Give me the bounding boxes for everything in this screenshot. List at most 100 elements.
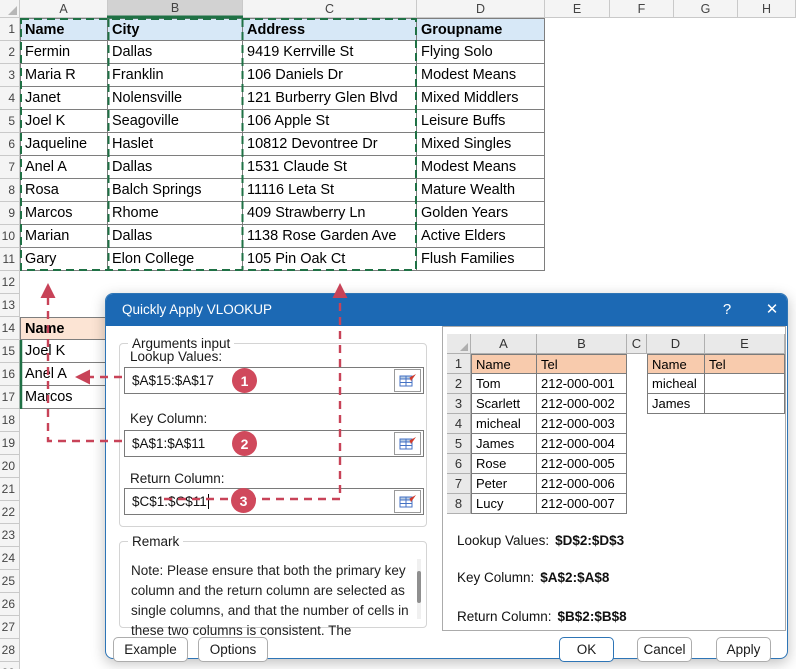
row-header-11[interactable]: 11: [0, 248, 20, 271]
cell[interactable]: Joel K: [20, 340, 108, 363]
row-header-15[interactable]: 15: [0, 340, 20, 363]
cell[interactable]: Mixed Singles: [417, 133, 545, 156]
column-header-C[interactable]: C: [243, 0, 417, 18]
row-header-6[interactable]: 6: [0, 133, 20, 156]
row-header-7[interactable]: 7: [0, 156, 20, 179]
cell[interactable]: Gary: [20, 248, 108, 271]
cell[interactable]: Haslet: [108, 133, 243, 156]
cell[interactable]: Maria R: [20, 64, 108, 87]
cell[interactable]: Balch Springs: [108, 179, 243, 202]
column-header-A[interactable]: A: [20, 0, 108, 18]
cell[interactable]: Nolensville: [108, 87, 243, 110]
range-selector-button[interactable]: [394, 369, 421, 392]
row-header-1[interactable]: 1: [0, 18, 20, 41]
cell[interactable]: Franklin: [108, 64, 243, 87]
remark-scrollbar-thumb[interactable]: [417, 571, 421, 603]
row-header-18[interactable]: 18: [0, 409, 20, 432]
column-header-F[interactable]: F: [610, 0, 674, 18]
row-header-13[interactable]: 13: [0, 294, 20, 317]
cell[interactable]: Anel A: [20, 156, 108, 179]
cell[interactable]: 1531 Claude St: [243, 156, 417, 179]
cell[interactable]: Address: [243, 18, 417, 41]
range-selector-button[interactable]: [394, 490, 421, 513]
cell[interactable]: 106 Apple St: [243, 110, 417, 133]
apply-button[interactable]: Apply: [716, 637, 771, 662]
column-header-E[interactable]: E: [545, 0, 610, 18]
cell[interactable]: Name: [20, 317, 108, 340]
row-header-28[interactable]: 28: [0, 639, 20, 662]
range-selector-button[interactable]: [394, 432, 421, 455]
cell[interactable]: 105 Pin Oak Ct: [243, 248, 417, 271]
row-header-26[interactable]: 26: [0, 593, 20, 616]
cell[interactable]: Leisure Buffs: [417, 110, 545, 133]
cell[interactable]: 10812 Devontree Dr: [243, 133, 417, 156]
cell[interactable]: Golden Years: [417, 202, 545, 225]
cell[interactable]: 409 Strawberry Ln: [243, 202, 417, 225]
row-header-27[interactable]: 27: [0, 616, 20, 639]
cell[interactable]: Jaqueline: [20, 133, 108, 156]
row-header-5[interactable]: 5: [0, 110, 20, 133]
row-header-16[interactable]: 16: [0, 363, 20, 386]
row-header-25[interactable]: 25: [0, 570, 20, 593]
dialog-titlebar[interactable]: Quickly Apply VLOOKUP ? ✕: [106, 294, 787, 326]
cell[interactable]: Marcos: [20, 386, 108, 409]
cell[interactable]: Groupname: [417, 18, 545, 41]
cell[interactable]: Mature Wealth: [417, 179, 545, 202]
cell[interactable]: 9419 Kerrville St: [243, 41, 417, 64]
cell[interactable]: Dallas: [108, 156, 243, 179]
cell[interactable]: Marian: [20, 225, 108, 248]
cell[interactable]: Marcos: [20, 202, 108, 225]
cell[interactable]: 121 Burberry Glen Blvd: [243, 87, 417, 110]
cell[interactable]: Rosa: [20, 179, 108, 202]
example-button[interactable]: Example: [113, 637, 188, 662]
row-header-3[interactable]: 3: [0, 64, 20, 87]
cell[interactable]: 11116 Leta St: [243, 179, 417, 202]
row-header-4[interactable]: 4: [0, 87, 20, 110]
cell[interactable]: City: [108, 18, 243, 41]
cell[interactable]: Joel K: [20, 110, 108, 133]
return-column-input[interactable]: $C$1:$C$11: [124, 488, 424, 515]
row-header-10[interactable]: 10: [0, 225, 20, 248]
cell[interactable]: Seagoville: [108, 110, 243, 133]
cell[interactable]: 1138 Rose Garden Ave: [243, 225, 417, 248]
column-header-B[interactable]: B: [108, 0, 243, 18]
row-header-19[interactable]: 19: [0, 432, 20, 455]
cell[interactable]: Fermin: [20, 41, 108, 64]
cell[interactable]: Elon College: [108, 248, 243, 271]
column-header-H[interactable]: H: [738, 0, 796, 18]
row-header-24[interactable]: 24: [0, 547, 20, 570]
help-icon[interactable]: ?: [712, 294, 742, 326]
row-header-8[interactable]: 8: [0, 179, 20, 202]
row-header-14[interactable]: 14: [0, 317, 20, 340]
close-icon[interactable]: ✕: [757, 294, 787, 326]
cell[interactable]: Janet: [20, 87, 108, 110]
cell[interactable]: Flush Families: [417, 248, 545, 271]
row-header-20[interactable]: 20: [0, 455, 20, 478]
cell[interactable]: Active Elders: [417, 225, 545, 248]
cell[interactable]: Modest Means: [417, 156, 545, 179]
row-header-2[interactable]: 2: [0, 41, 20, 64]
lookup-values-input[interactable]: $A$15:$A$17: [124, 367, 424, 394]
cell[interactable]: Flying Solo: [417, 41, 545, 64]
row-header-23[interactable]: 23: [0, 524, 20, 547]
row-header-9[interactable]: 9: [0, 202, 20, 225]
row-header-21[interactable]: 21: [0, 478, 20, 501]
row-header-17[interactable]: 17: [0, 386, 20, 409]
cell[interactable]: Mixed Middlers: [417, 87, 545, 110]
cell[interactable]: Dallas: [108, 225, 243, 248]
column-header-D[interactable]: D: [417, 0, 545, 18]
row-header-22[interactable]: 22: [0, 501, 20, 524]
row-header-12[interactable]: 12: [0, 271, 20, 294]
cell[interactable]: Anel A: [20, 363, 108, 386]
row-header-29[interactable]: 29: [0, 662, 20, 669]
column-header-G[interactable]: G: [674, 0, 738, 18]
key-column-input[interactable]: $A$1:$A$11: [124, 430, 424, 457]
cancel-button[interactable]: Cancel: [637, 637, 692, 662]
cell[interactable]: Dallas: [108, 41, 243, 64]
ok-button[interactable]: OK: [559, 637, 614, 662]
cell[interactable]: Rhome: [108, 202, 243, 225]
cell[interactable]: 106 Daniels Dr: [243, 64, 417, 87]
cell[interactable]: Modest Means: [417, 64, 545, 87]
cell[interactable]: Name: [20, 18, 108, 41]
select-all-corner[interactable]: [0, 0, 20, 18]
